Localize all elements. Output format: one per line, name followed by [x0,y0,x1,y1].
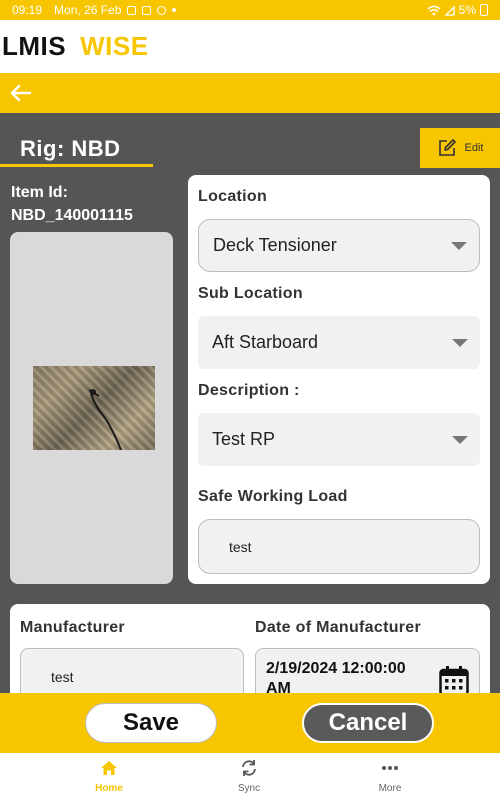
item-id-label: Item Id: [11,184,68,201]
photo-notification-icon [127,5,137,15]
swl-input[interactable]: test [198,519,480,574]
chevron-down-icon [452,338,468,347]
sub-location-select[interactable]: Aft Starboard [198,316,480,369]
chevron-down-icon [451,241,467,250]
swl-label: Safe Working Load [198,488,348,505]
manufacturer-value: test [51,669,74,685]
sub-location-value: Aft Starboard [212,332,319,352]
brand-primary: LMIS [2,31,67,61]
sub-location-label: Sub Location [198,285,303,302]
bottom-nav: Home Sync More [0,753,500,800]
description-select[interactable]: Test RP [198,413,480,466]
nav-bar [0,73,500,113]
action-bar: Save Cancel [0,693,500,753]
status-bar: 09:19 Mon, 26 Feb 5% [0,0,500,20]
description-label: Description : [198,382,300,399]
swl-value: test [229,538,252,555]
edit-button[interactable]: Edit [420,128,500,168]
manufacturer-label: Manufacturer [20,619,125,636]
nav-item-more[interactable]: More [340,759,440,794]
battery-icon [480,4,488,16]
nav-item-home[interactable]: Home [59,759,159,794]
app-notification-icon [157,5,167,15]
chevron-down-icon [452,435,468,444]
date-of-manufacture-label: Date of Manufacturer [255,619,422,636]
item-form-card: Location Deck Tensioner Sub Location Aft… [188,175,490,584]
nav-label-more: More [378,783,402,794]
edit-label: Edit [464,142,484,154]
doc-notification-icon [142,5,152,15]
nav-label-sync: Sync [237,783,261,794]
signal-icon [444,4,455,16]
location-value: Deck Tensioner [213,235,337,255]
more-notifications-icon [172,8,177,12]
photo-content-graphic [88,389,122,450]
description-value: Test RP [212,429,276,449]
location-label: Location [198,188,268,205]
item-id-value: NBD_140001115 [11,207,133,224]
wifi-icon [427,5,441,15]
cancel-button[interactable]: Cancel [302,703,434,743]
nav-label-home: Home [95,783,123,794]
location-select[interactable]: Deck Tensioner [198,219,480,272]
rig-title-underline [0,164,153,167]
battery-percent: 5% [458,3,476,17]
item-photo[interactable] [33,366,155,450]
status-time: 09:19 [12,3,43,17]
edit-icon [438,139,456,156]
save-button[interactable]: Save [85,703,217,743]
app-header: LMIS WISE [0,20,500,73]
rig-title: Rig: NBD [20,136,121,161]
back-arrow-icon[interactable] [8,83,32,103]
sync-icon [242,760,256,776]
item-photo-panel[interactable] [10,232,173,584]
status-date: Mon, 26 Feb [54,3,122,17]
more-icon [382,766,398,770]
brand-secondary: WISE [80,31,149,61]
nav-item-sync[interactable]: Sync [199,759,299,794]
home-icon [101,761,117,775]
